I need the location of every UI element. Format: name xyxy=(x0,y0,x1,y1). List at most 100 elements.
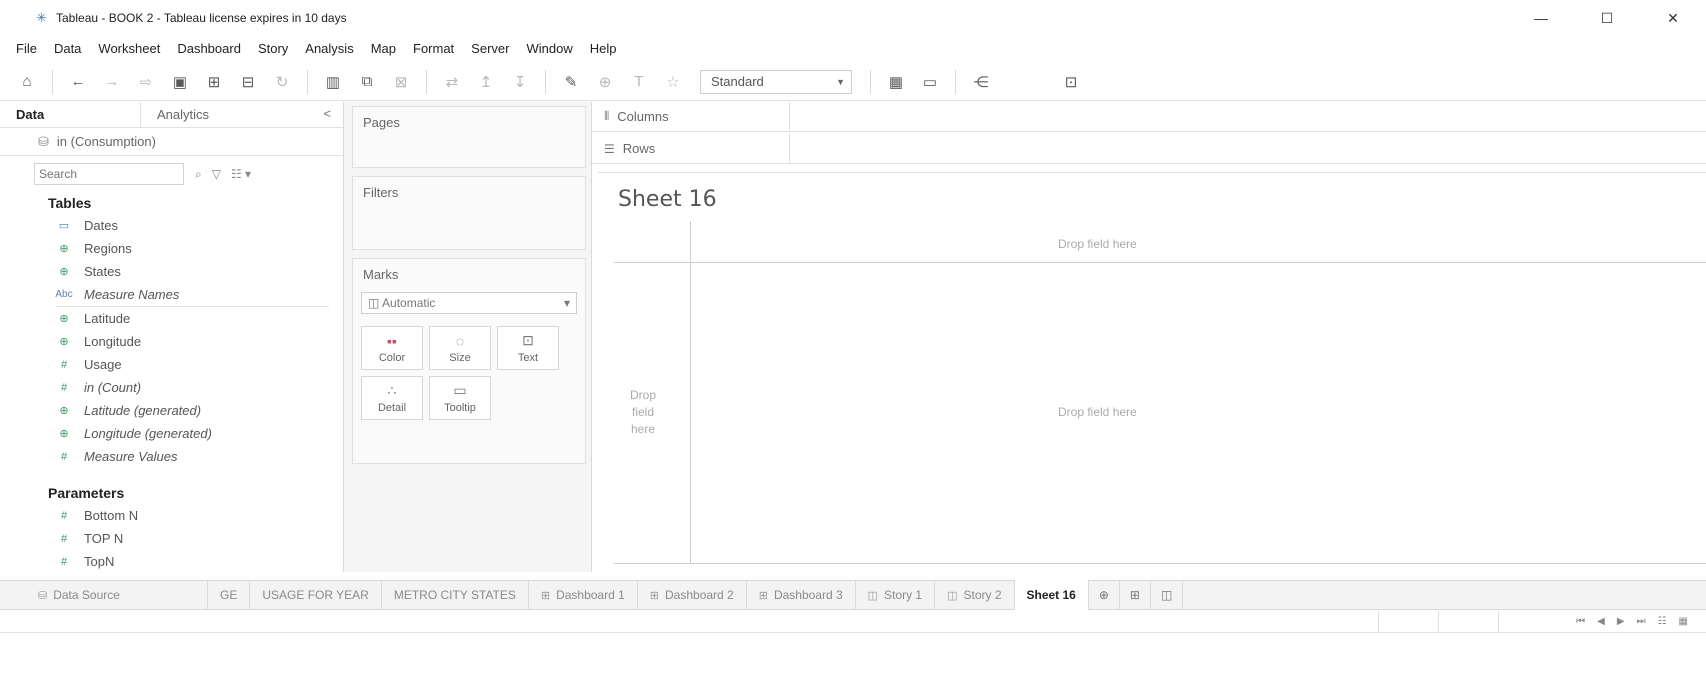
filter-icon[interactable]: ▽ xyxy=(212,167,221,181)
field-item[interactable]: Abc Measure Names xyxy=(0,283,343,306)
tab-analytics[interactable]: Analytics xyxy=(140,101,225,128)
tab-story-1[interactable]: ◫ Story 1 xyxy=(856,580,936,610)
field-item[interactable]: ⊕ Longitude xyxy=(0,330,343,353)
field-item[interactable]: # in (Count) xyxy=(0,376,343,399)
show-sheet-sorter-icon[interactable]: ▦ xyxy=(1679,616,1688,627)
menu-file[interactable]: File xyxy=(16,41,37,56)
tab-sheet-16[interactable]: Sheet 16 xyxy=(1014,580,1089,610)
maximize-button[interactable]: ☐ xyxy=(1574,0,1640,36)
tab-label: METRO CITY STATES xyxy=(393,588,516,602)
datasource-item[interactable]: ⛁ in (Consumption) xyxy=(0,128,343,156)
show-me-icon[interactable]: ⊡ xyxy=(1058,69,1084,95)
worksheet-canvas[interactable]: Sheet 16 Drop field here Drop field here… xyxy=(598,172,1706,572)
menu-server[interactable]: Server xyxy=(471,41,509,56)
field-item[interactable]: # Usage xyxy=(0,353,343,376)
drop-zone-rows[interactable]: Drop field here xyxy=(618,387,668,438)
sort-ascending-icon[interactable]: ↥ xyxy=(473,69,499,95)
menu-window[interactable]: Window xyxy=(526,41,572,56)
show-cards-icon[interactable]: ▦ xyxy=(883,69,909,95)
first-sheet-icon[interactable]: ⏮ xyxy=(1576,616,1585,627)
tab-data[interactable]: Data xyxy=(0,102,140,128)
new-datasource-icon[interactable]: ⊞ xyxy=(201,69,227,95)
columns-shelf[interactable]: ⦀ Columns xyxy=(592,101,1706,132)
close-button[interactable]: ✕ xyxy=(1640,0,1706,36)
field-item[interactable]: ⊕ Latitude xyxy=(0,307,343,330)
color-icon: ▪▪ xyxy=(387,332,397,349)
refresh-icon[interactable]: ↻ xyxy=(269,69,295,95)
rows-shelf[interactable]: ☰ Rows xyxy=(592,133,1706,164)
field-item[interactable]: ⊕ Longitude (generated) xyxy=(0,422,343,445)
search-icon[interactable]: ⌕ xyxy=(195,167,202,182)
labels-icon[interactable]: T xyxy=(626,69,652,95)
drop-zone-columns[interactable]: Drop field here xyxy=(1058,237,1137,251)
field-item[interactable]: # Measure Values xyxy=(0,445,343,468)
menu-data[interactable]: Data xyxy=(54,41,81,56)
collapse-pane-button[interactable]: < xyxy=(323,106,331,121)
replay-icon[interactable]: ⇨ xyxy=(133,69,159,95)
size-button[interactable]: ◌ Size xyxy=(429,326,491,370)
detail-button[interactable]: ∴ Detail xyxy=(361,376,423,420)
tab-label: Dashboard 1 xyxy=(556,588,625,602)
search-input[interactable] xyxy=(34,163,184,185)
save-icon[interactable]: ▣ xyxy=(167,69,193,95)
tab-metro-city-states[interactable]: METRO CITY STATES xyxy=(382,580,529,610)
presentation-mode-icon[interactable]: ▭ xyxy=(917,69,943,95)
tab-story-2[interactable]: ◫ Story 2 xyxy=(935,580,1015,610)
parameter-item[interactable]: # TOP N xyxy=(0,527,343,550)
parameter-item[interactable]: # TopN xyxy=(0,550,343,573)
swap-icon[interactable]: ⇄ xyxy=(439,69,465,95)
new-worksheet-tab-icon[interactable]: ⊕ xyxy=(1089,580,1120,610)
field-item[interactable]: ⊕ Regions xyxy=(0,237,343,260)
pages-card[interactable]: Pages xyxy=(352,106,586,168)
pin-icon[interactable]: ☆ xyxy=(660,69,686,95)
text-button[interactable]: ⊡ Text xyxy=(497,326,559,370)
tooltip-button[interactable]: ▭ Tooltip xyxy=(429,376,491,420)
field-item[interactable]: ⊕ Latitude (generated) xyxy=(0,399,343,422)
new-dashboard-tab-icon[interactable]: ⊞ xyxy=(1120,580,1151,610)
mark-type-select[interactable]: ◫ Automatic ▾ xyxy=(361,292,577,314)
tab-dashboard-2[interactable]: ⊞ Dashboard 2 xyxy=(638,580,747,610)
prev-sheet-icon[interactable]: ◀ xyxy=(1597,616,1605,627)
new-sheet-icon[interactable]: ▥ xyxy=(320,69,346,95)
share-icon[interactable]: ⋲ xyxy=(968,69,994,95)
tab-dashboard-1[interactable]: ⊞ Dashboard 1 xyxy=(529,580,638,610)
tab-usage-for-year[interactable]: USAGE FOR YEAR xyxy=(250,580,382,610)
show-filmstrip-icon[interactable]: ☷ xyxy=(1658,616,1667,627)
sheet-title[interactable]: Sheet 16 xyxy=(618,187,717,212)
menu-analysis[interactable]: Analysis xyxy=(305,41,353,56)
sort-descending-icon[interactable]: ↧ xyxy=(507,69,533,95)
menu-map[interactable]: Map xyxy=(371,41,396,56)
tab-ge[interactable]: GE xyxy=(208,580,251,610)
menu-worksheet[interactable]: Worksheet xyxy=(98,41,160,56)
field-name: Longitude (generated) xyxy=(84,426,212,441)
highlight-icon[interactable]: ✎ xyxy=(558,69,584,95)
fit-select[interactable]: Standard ▼ xyxy=(700,69,852,94)
field-item[interactable]: ⊕ States xyxy=(0,260,343,283)
redo-icon[interactable]: → xyxy=(99,69,125,95)
status-segment xyxy=(1438,610,1498,633)
color-button[interactable]: ▪▪ Color xyxy=(361,326,423,370)
minimize-button[interactable]: — xyxy=(1508,0,1574,36)
tab-dashboard-3[interactable]: ⊞ Dashboard 3 xyxy=(747,580,856,610)
filters-card[interactable]: Filters xyxy=(352,176,586,250)
tab-label: Dashboard 3 xyxy=(773,588,843,602)
next-sheet-icon[interactable]: ▶ xyxy=(1617,616,1625,627)
tab-data-source[interactable]: ⛁ Data Source xyxy=(0,580,208,610)
field-item[interactable]: ▭ Dates xyxy=(0,214,343,237)
parameter-item[interactable]: # Bottom N xyxy=(0,504,343,527)
new-worksheet-icon[interactable]: ⊟ xyxy=(235,69,261,95)
clear-sheet-icon[interactable]: ⊠ xyxy=(388,69,414,95)
new-story-tab-icon[interactable]: ◫ xyxy=(1151,580,1184,610)
menu-dashboard[interactable]: Dashboard xyxy=(177,41,241,56)
menu-format[interactable]: Format xyxy=(413,41,454,56)
home-icon[interactable]: ⌂ xyxy=(14,69,40,95)
measure-icon: # xyxy=(60,555,68,568)
last-sheet-icon[interactable]: ⏭ xyxy=(1637,616,1646,627)
duplicate-sheet-icon[interactable]: ⧉ xyxy=(354,69,380,95)
drop-zone-center[interactable]: Drop field here xyxy=(1058,405,1137,419)
group-icon[interactable]: ⊕ xyxy=(592,69,618,95)
menu-story[interactable]: Story xyxy=(258,41,288,56)
menu-help[interactable]: Help xyxy=(590,41,617,56)
undo-icon[interactable]: ← xyxy=(65,69,91,95)
view-options-icon[interactable]: ☷ ▾ xyxy=(231,167,251,181)
